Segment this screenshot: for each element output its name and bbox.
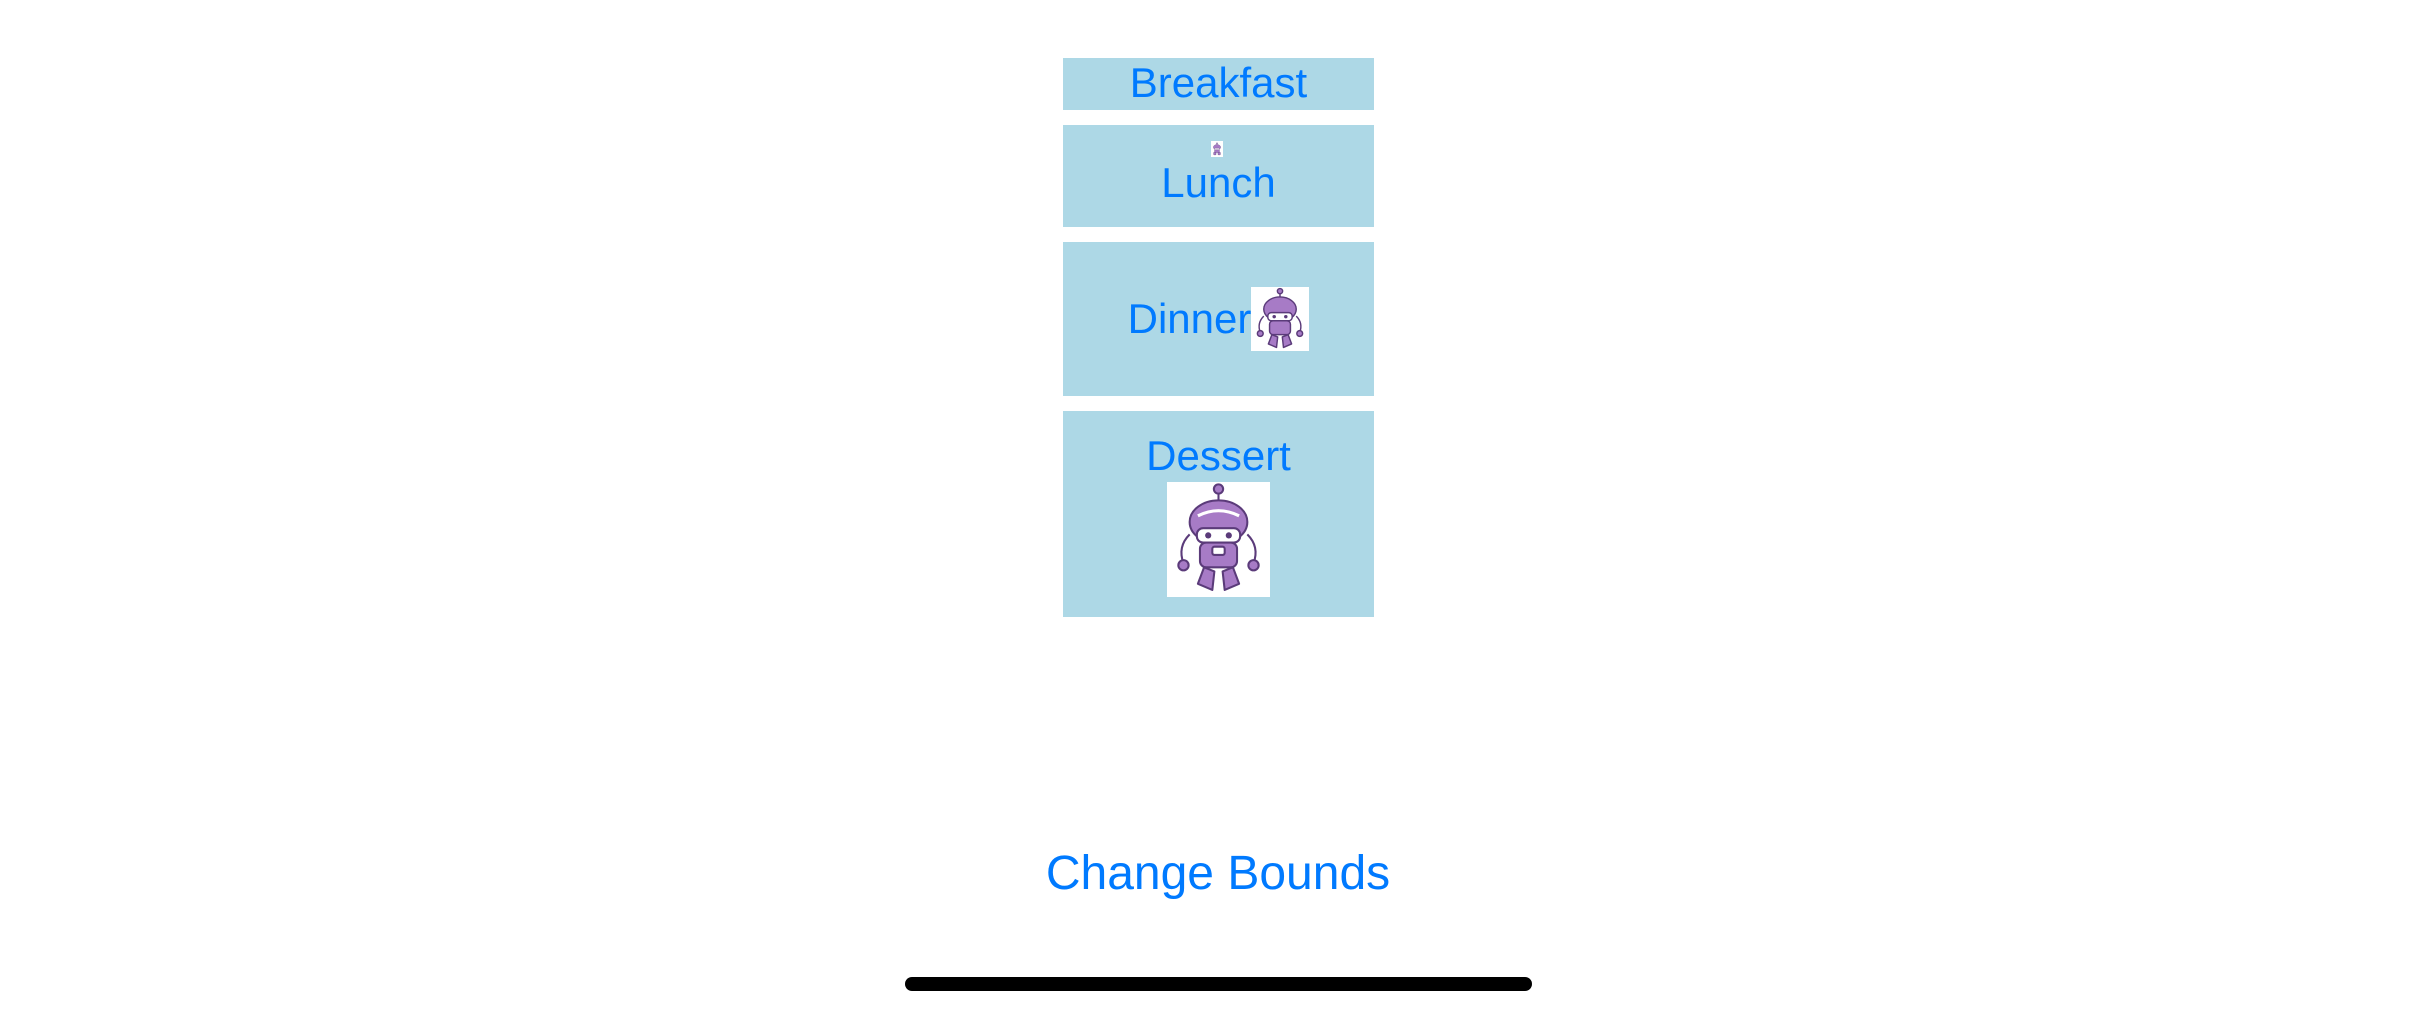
robot-icon [1167, 482, 1270, 597]
change-bounds-button[interactable]: Change Bounds [0, 850, 2436, 898]
robot-icon [1251, 287, 1310, 351]
home-indicator[interactable] [905, 977, 1532, 991]
dinner-label: Dinner [1127, 295, 1252, 342]
breakfast-label: Breakfast [1129, 59, 1308, 106]
lunch-button[interactable]: Lunch [1063, 125, 1374, 227]
dessert-label: Dessert [1146, 432, 1291, 479]
breakfast-button[interactable]: Breakfast [1063, 58, 1374, 110]
dinner-button[interactable]: Dinner [1063, 242, 1374, 396]
lunch-label: Lunch [1161, 159, 1276, 206]
dinner-content: Dinner [1063, 287, 1374, 351]
robot-icon [1211, 141, 1223, 157]
dessert-button[interactable]: Dessert [1063, 411, 1374, 617]
